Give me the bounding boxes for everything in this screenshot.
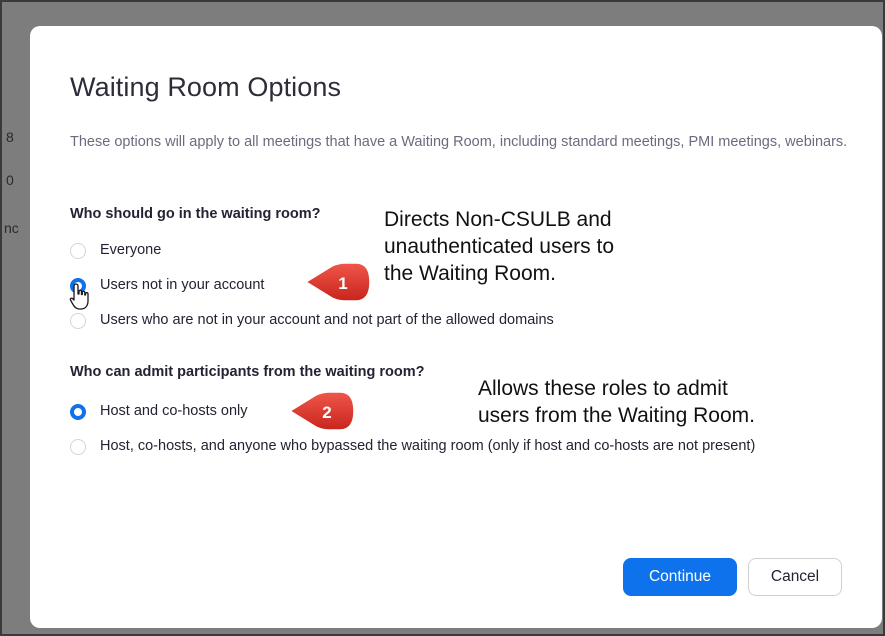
marker-number-1: 1 bbox=[338, 274, 347, 293]
annotation-text-2: Allows these roles to admit users from t… bbox=[478, 375, 755, 429]
marker-number-2: 2 bbox=[322, 403, 331, 422]
option-everyone[interactable]: Everyone bbox=[70, 238, 161, 263]
radio-everyone[interactable] bbox=[70, 243, 86, 259]
callout-marker-2: 2 bbox=[288, 391, 355, 431]
option-users-not-in-account[interactable]: Users not in your account bbox=[70, 273, 264, 298]
hand-pointer-icon bbox=[69, 283, 89, 310]
background-fragment: nc bbox=[4, 220, 19, 236]
option-label: Users not in your account bbox=[100, 277, 265, 293]
continue-button[interactable]: Continue bbox=[623, 558, 737, 596]
background-fragment: 0 bbox=[6, 172, 14, 188]
option-not-in-account-or-domains[interactable]: Users who are not in your account and no… bbox=[70, 308, 554, 333]
option-label: Users who are not in your account and no… bbox=[100, 312, 554, 328]
dialog-title: Waiting Room Options bbox=[70, 72, 342, 102]
callout-marker-1: 1 bbox=[304, 262, 371, 302]
radio-host-cohosts-bypassed[interactable] bbox=[70, 439, 86, 455]
option-label: Host and co-hosts only bbox=[100, 403, 248, 419]
annotation-text-1: Directs Non-CSULB and unauthenticated us… bbox=[384, 206, 614, 287]
annotation-line: the Waiting Room. bbox=[384, 262, 556, 285]
annotation-line: unauthenticated users to bbox=[384, 235, 614, 258]
annotation-line: Allows these roles to admit bbox=[478, 377, 728, 400]
waiting-room-options-dialog: Waiting Room Options These options will … bbox=[30, 26, 882, 628]
option-host-cohosts-only[interactable]: Host and co-hosts only bbox=[70, 399, 248, 424]
admit-question: Who can admit participants from the wait… bbox=[70, 364, 425, 380]
cancel-button[interactable]: Cancel bbox=[748, 558, 842, 596]
annotation-line: users from the Waiting Room. bbox=[478, 404, 755, 427]
dialog-description: These options will apply to all meetings… bbox=[70, 134, 848, 150]
screenshot-frame: 8 0 nc Waiting Room Options These option… bbox=[0, 0, 885, 636]
option-label: Everyone bbox=[100, 242, 162, 258]
waiting-room-question: Who should go in the waiting room? bbox=[70, 206, 321, 222]
annotation-line: Directs Non-CSULB and bbox=[384, 208, 612, 231]
option-label: Host, co-hosts, and anyone who bypassed … bbox=[100, 438, 756, 454]
radio-host-cohosts-only[interactable] bbox=[70, 404, 86, 420]
option-host-cohosts-bypassed[interactable]: Host, co-hosts, and anyone who bypassed … bbox=[70, 434, 830, 459]
radio-not-in-account-or-domains[interactable] bbox=[70, 313, 86, 329]
background-fragment: 8 bbox=[6, 129, 14, 145]
